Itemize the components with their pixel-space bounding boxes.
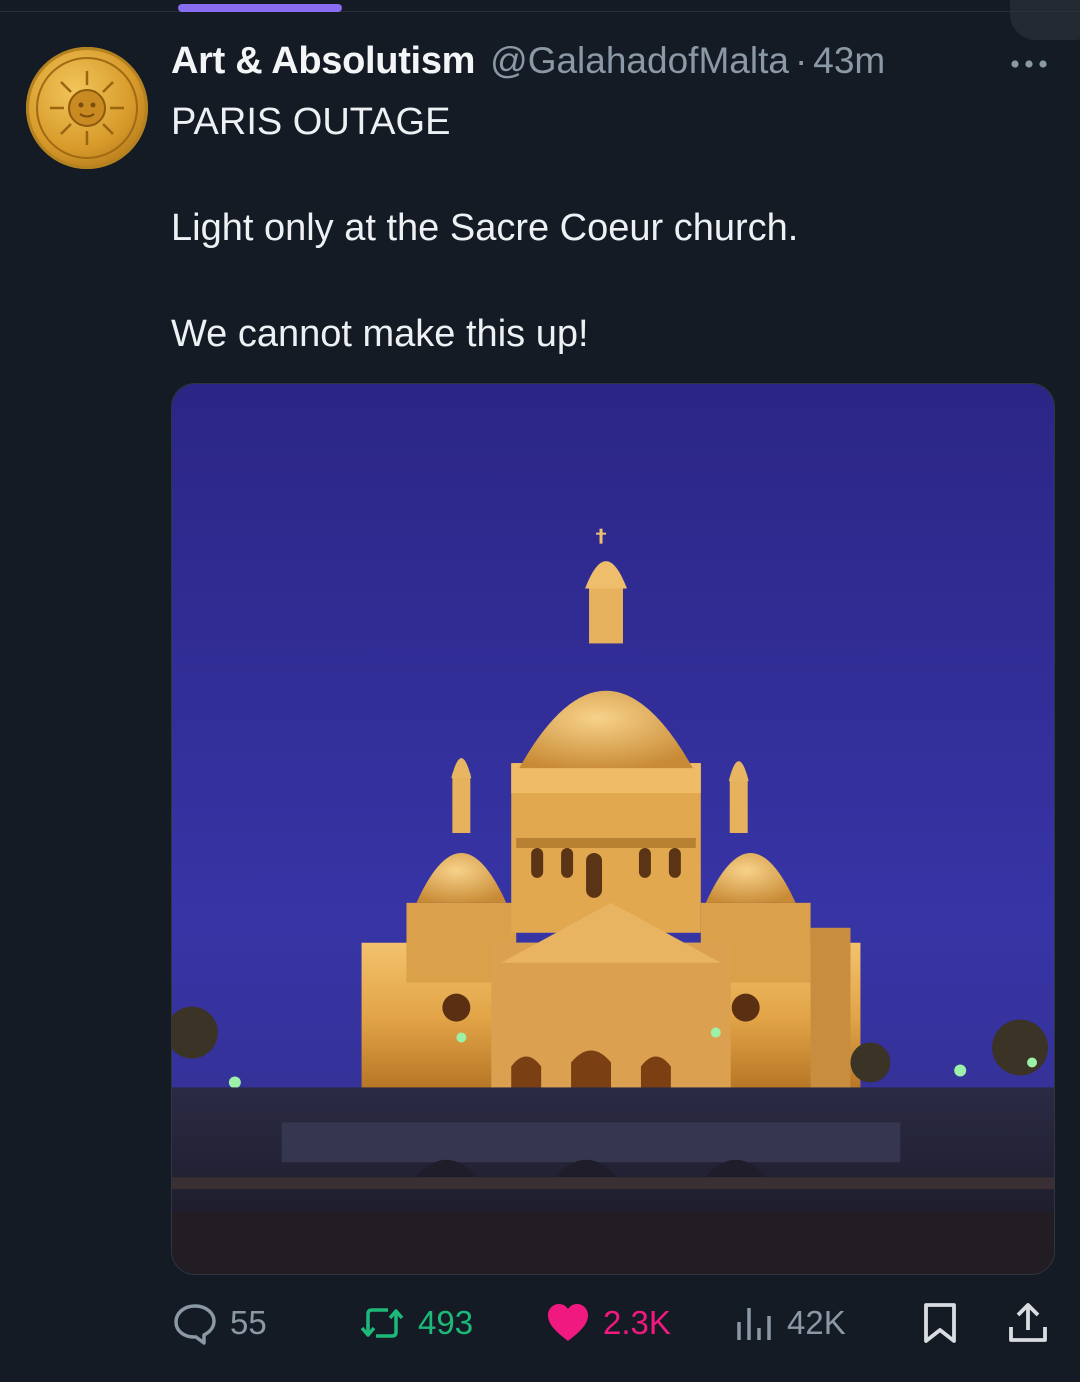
views-button[interactable]: 42K [735, 1295, 846, 1351]
tweet-line: PARIS OUTAGE [171, 101, 451, 143]
reply-icon [174, 1304, 216, 1345]
display-name[interactable]: Art & Absolutism [171, 40, 475, 83]
retweet-icon [360, 1308, 404, 1338]
top-right-corner [1010, 0, 1080, 40]
heart-icon [548, 1304, 588, 1341]
tweet-text: PARIS OUTAGE Light only at the Sacre Coe… [171, 96, 1051, 361]
action-bar: 55 493 2.3K 42K [0, 1295, 1080, 1355]
like-button[interactable]: 2.3K [545, 1295, 671, 1351]
like-count: 2.3K [603, 1304, 671, 1341]
reply-button[interactable]: 55 [172, 1295, 267, 1351]
more-options-icon[interactable] [1008, 56, 1050, 72]
avatar[interactable] [26, 47, 148, 169]
views-count: 42K [787, 1304, 846, 1341]
medallion-icon [36, 57, 138, 159]
retweet-button[interactable]: 493 [358, 1295, 473, 1351]
views-icon [737, 1308, 771, 1340]
top-divider [0, 11, 1080, 12]
bookmark-icon [924, 1303, 956, 1343]
header-separator: · [794, 40, 808, 81]
share-icon [1009, 1303, 1047, 1342]
reply-count: 55 [230, 1304, 267, 1341]
tweet-line: We cannot make this up! [171, 313, 589, 355]
sacre-coeur-photo-icon [172, 384, 1054, 1274]
tweet-media[interactable] [171, 383, 1055, 1275]
tweet-header: Art & Absolutism @GalahadofMalta · 43m [171, 40, 885, 90]
post-time[interactable]: 43m [813, 40, 885, 82]
tab-indicator [178, 4, 342, 12]
retweet-count: 493 [418, 1304, 474, 1341]
share-button[interactable] [1005, 1295, 1051, 1351]
bookmark-button[interactable] [918, 1295, 962, 1351]
tweet-line: Light only at the Sacre Coeur church. [171, 207, 799, 249]
user-handle[interactable]: @GalahadofMalta [490, 40, 789, 82]
